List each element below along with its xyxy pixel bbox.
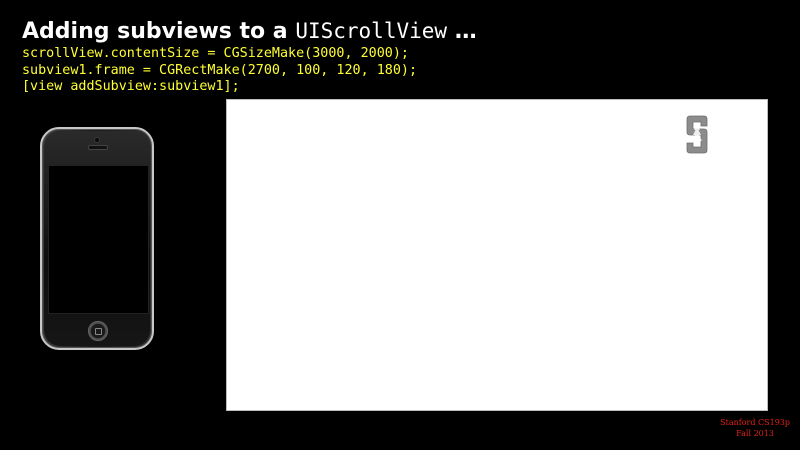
title-text: Adding subviews to a (22, 19, 296, 44)
iphone-icon (40, 127, 154, 350)
home-button-icon (88, 321, 108, 341)
speaker-icon (88, 145, 108, 150)
code-line-subview-frame: subview1.frame = CGRectMake(2700, 100, 1… (22, 62, 418, 78)
code-line-content-size: scrollView.contentSize = CGSizeMake(3000… (22, 46, 409, 61)
title-code: UIScrollView (295, 19, 448, 43)
camera-icon (94, 137, 100, 143)
slide-title: Adding subviews to a UIScrollView … (22, 16, 477, 47)
stanford-logo-icon (686, 115, 708, 154)
footer: Stanford CS193p Fall 2013 (720, 417, 790, 439)
footer-term: Fall 2013 (736, 429, 774, 438)
code-line-add-subview: [view addSubview:subview1]; (22, 79, 240, 94)
iphone-screen (48, 165, 149, 314)
footer-course: Stanford CS193p (720, 418, 790, 427)
home-button-square (95, 328, 102, 335)
code-block: scrollView.contentSize = CGSizeMake(3000… (22, 46, 417, 96)
scroll-content-area (226, 99, 768, 411)
title-suffix: … (447, 19, 477, 44)
